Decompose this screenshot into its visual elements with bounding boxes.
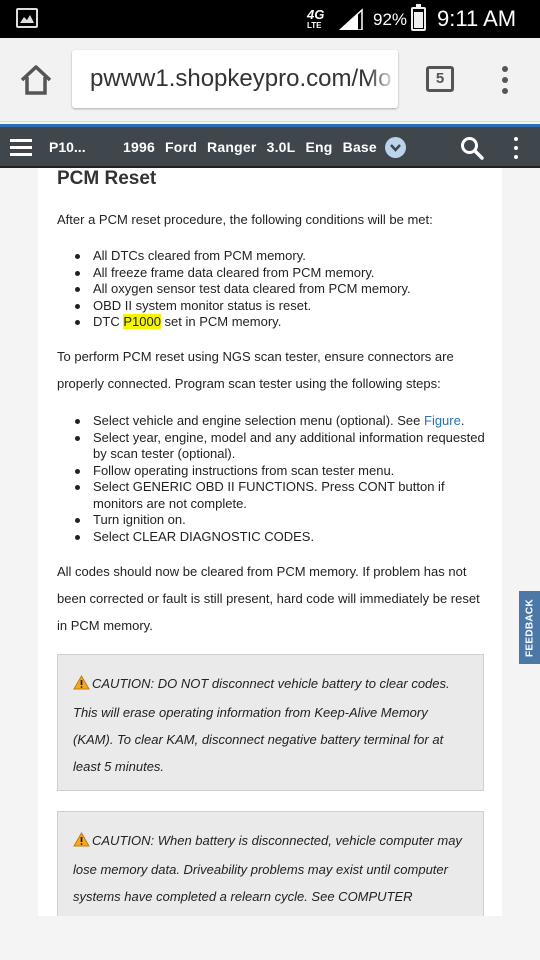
dtc-code-title[interactable]: P10... — [49, 139, 86, 155]
vehicle-make: Ford — [165, 139, 197, 155]
caution-text: CAUTION: DO NOT disconnect vehicle batte… — [73, 676, 450, 774]
caution-box-relearn: CAUTION: When battery is disconnected, v… — [57, 811, 484, 916]
figure-link[interactable]: Figure — [424, 413, 461, 428]
step-end: . — [460, 413, 465, 428]
feedback-label: FEEDBACK — [524, 598, 535, 657]
dtc-suffix: set in PCM memory. — [160, 314, 282, 329]
vehicle-model: Ranger — [207, 139, 257, 155]
status-bar: 4G LTE 92% 9:11 AM — [0, 0, 540, 38]
ngs-intro-text: To perform PCM reset using NGS scan test… — [57, 349, 454, 391]
app-header: P10... 1996 Ford Ranger 3.0L Eng Base — [0, 124, 540, 168]
intro-text: After a PCM reset procedure, the followi… — [57, 212, 433, 227]
hamburger-icon[interactable] — [10, 139, 32, 157]
list-item: Select year, engine, model and any addit… — [75, 430, 487, 463]
list-item: DTC P1000 set in PCM memory. — [75, 314, 487, 331]
address-bar[interactable]: pwww1.shopkeypro.com/Mo — [72, 50, 398, 108]
list-item: Select CLEAR DIAGNOSTIC CODES. — [75, 529, 487, 546]
home-icon — [20, 65, 52, 95]
conditions-list: All DTCs cleared from PCM memory. All fr… — [75, 248, 487, 331]
dtc-highlight: P1000 — [123, 314, 161, 329]
vehicle-engine-size: 3.0L — [266, 139, 296, 155]
article-content: PCM Reset After a PCM reset procedure, t… — [38, 168, 502, 916]
list-item: All DTCs cleared from PCM memory. — [75, 248, 487, 265]
gallery-notification-icon — [16, 8, 38, 28]
battery-percent: 92% — [373, 10, 408, 29]
vehicle-selector[interactable]: 1996 Ford Ranger 3.0L Eng Base — [123, 139, 383, 155]
clock: 9:11 AM — [437, 6, 517, 31]
chevron-down-icon[interactable] — [385, 137, 406, 158]
list-item: OBD II system monitor status is reset. — [75, 298, 487, 315]
home-button[interactable] — [16, 60, 56, 100]
dtc-prefix: DTC — [93, 314, 124, 329]
warning-icon — [73, 829, 90, 856]
warning-icon — [73, 672, 90, 699]
kebab-icon[interactable] — [510, 135, 522, 161]
network-indicator: 4G LTE — [307, 8, 324, 31]
list-item: Select vehicle and engine selection menu… — [75, 413, 487, 430]
list-item: All oxygen sensor test data cleared from… — [75, 281, 487, 298]
vehicle-year: 1996 — [123, 139, 155, 155]
page-title: PCM Reset — [57, 168, 157, 189]
list-item: Select GENERIC OBD II FUNCTIONS. Press C… — [75, 479, 487, 512]
overflow-menu-button[interactable] — [492, 62, 518, 98]
url-text: pwww1.shopkeypro.com/Mo — [90, 65, 392, 92]
feedback-button[interactable]: FEEDBACK — [519, 591, 540, 664]
search-icon[interactable] — [460, 136, 484, 160]
vehicle-trim: Base — [342, 139, 377, 155]
step-text: Select vehicle and engine selection menu… — [93, 413, 424, 428]
caution-box-kam: CAUTION: DO NOT disconnect vehicle batte… — [57, 654, 484, 791]
battery-icon — [411, 4, 426, 31]
list-item: All freeze frame data cleared from PCM m… — [75, 265, 487, 282]
vehicle-engine-label: Eng — [305, 139, 333, 155]
caution-text: CAUTION: When battery is disconnected, v… — [73, 833, 462, 904]
browser-toolbar: pwww1.shopkeypro.com/Mo 5 — [0, 38, 540, 122]
list-item: Follow operating instructions from scan … — [75, 463, 487, 480]
closing-text: All codes should now be cleared from PCM… — [57, 564, 480, 633]
tabs-button[interactable]: 5 — [426, 66, 454, 92]
list-item: Turn ignition on. — [75, 512, 487, 529]
signal-icon — [338, 8, 363, 30]
network-subtype: LTE — [307, 21, 322, 30]
steps-list: Select vehicle and engine selection menu… — [75, 413, 487, 545]
tab-count: 5 — [435, 70, 445, 87]
